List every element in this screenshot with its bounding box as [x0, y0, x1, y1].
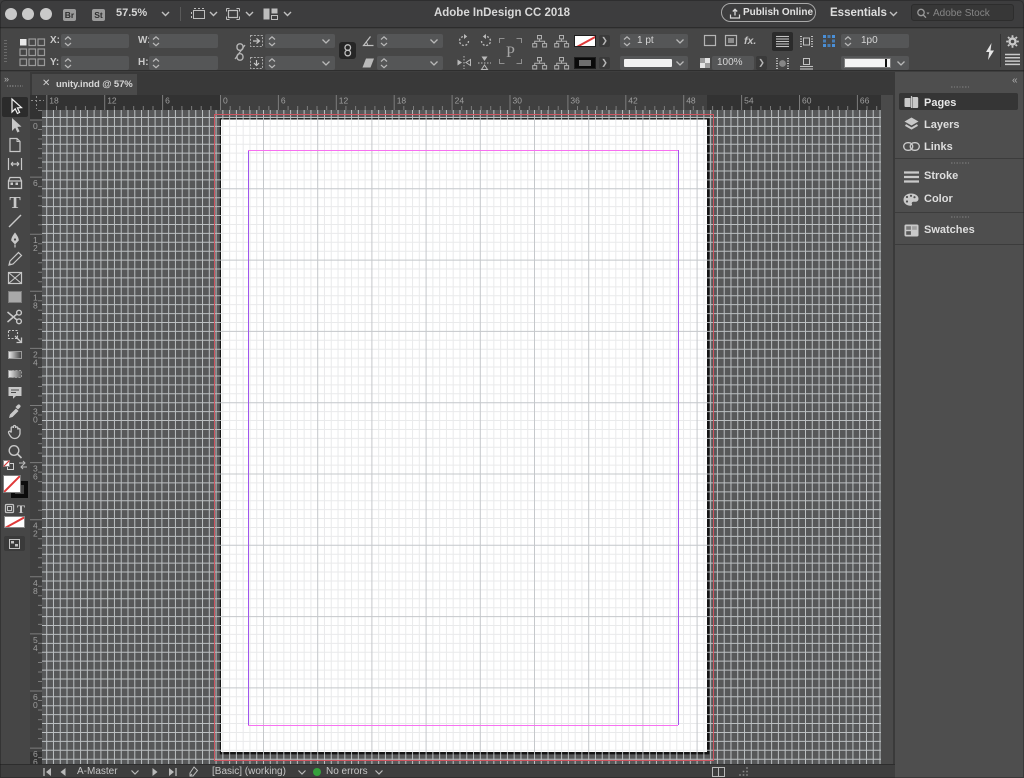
svg-text:54: 54: [744, 96, 754, 106]
svg-text:2: 2: [33, 243, 38, 253]
svg-text:6: 6: [33, 178, 38, 188]
svg-text:P: P: [506, 44, 515, 61]
svg-text:18: 18: [49, 96, 59, 106]
svg-text:6: 6: [33, 757, 38, 764]
svg-text:48: 48: [686, 96, 696, 106]
svg-text:2: 2: [33, 529, 38, 539]
svg-text:24: 24: [455, 96, 465, 106]
svg-text:12: 12: [339, 96, 349, 106]
svg-text:60: 60: [802, 96, 812, 106]
svg-text:0: 0: [33, 415, 38, 425]
svg-text:8: 8: [33, 586, 38, 596]
svg-text:18: 18: [397, 96, 407, 106]
svg-text:66: 66: [860, 96, 870, 106]
svg-text:30: 30: [513, 96, 523, 106]
svg-text:6: 6: [33, 472, 38, 482]
svg-text:6: 6: [281, 96, 286, 106]
svg-text:36: 36: [570, 96, 580, 106]
svg-text:42: 42: [628, 96, 638, 106]
svg-text:4: 4: [33, 643, 38, 653]
svg-text:0: 0: [33, 700, 38, 710]
svg-text:8: 8: [33, 300, 38, 310]
svg-text:0: 0: [33, 121, 38, 131]
svg-text:12: 12: [107, 96, 117, 106]
svg-text:T: T: [9, 193, 21, 212]
svg-text:4: 4: [33, 357, 38, 367]
svg-text:0: 0: [223, 96, 228, 106]
svg-text:6: 6: [165, 96, 170, 106]
